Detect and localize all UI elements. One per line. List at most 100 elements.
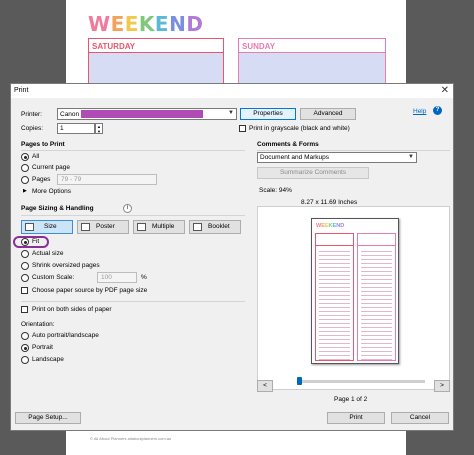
fit-label: Fit [32, 238, 40, 245]
preview-line [361, 259, 392, 260]
preview-line [361, 307, 392, 308]
weekend-title-letter: D [186, 12, 204, 36]
preview-page-slider-track[interactable] [297, 380, 425, 383]
size-icon [25, 223, 34, 231]
custom-scale-radio[interactable] [21, 274, 29, 282]
preview-line [319, 315, 350, 316]
preview-line [361, 255, 392, 256]
preview-line [361, 339, 392, 340]
custom-scale-label: Custom Scale: [32, 274, 75, 281]
weekend-title-letter: W [88, 12, 111, 36]
more-options-toggle[interactable]: More Options [32, 188, 71, 195]
divider [257, 150, 450, 151]
print-dialog: Print ✕ Printer: Canon ▼ Properties Adva… [10, 83, 454, 431]
previous-page-button[interactable]: < [257, 380, 273, 392]
booklet-mode-button[interactable]: Booklet [189, 220, 241, 234]
auto-orientation-radio[interactable] [21, 332, 29, 340]
info-icon[interactable]: i [123, 204, 132, 213]
preview-line [361, 335, 392, 336]
preview-line [361, 319, 392, 320]
comments-forms-select[interactable]: Document and Markups ▼ [257, 152, 417, 163]
grayscale-label: Print in grayscale (black and white) [249, 125, 350, 132]
preview-line [319, 335, 350, 336]
both-sides-checkbox[interactable] [21, 306, 28, 313]
auto-orientation-label: Auto portrait/landscape [32, 332, 99, 339]
preview-line [361, 331, 392, 332]
landscape-radio[interactable] [21, 356, 29, 364]
preview-line [361, 283, 392, 284]
copies-input[interactable]: 1 [57, 123, 95, 134]
properties-button[interactable]: Properties [240, 108, 296, 120]
expand-triangle-icon[interactable]: ▶ [23, 188, 27, 194]
summarize-comments-button[interactable]: Summarize Comments [257, 167, 369, 179]
cancel-button[interactable]: Cancel [391, 412, 449, 424]
preview-line [361, 351, 392, 352]
divider [21, 150, 245, 151]
fit-radio[interactable] [21, 238, 29, 246]
preview-line [361, 323, 392, 324]
copies-stepper-icon[interactable]: ▲ ▼ [95, 123, 103, 134]
orientation-title: Orientation: [21, 321, 55, 328]
chevron-down-icon: ▼ [408, 154, 414, 160]
preview-page-thumbnail: WEEKEND [311, 218, 399, 364]
actual-size-radio[interactable] [21, 250, 29, 258]
preview-line [319, 263, 350, 264]
dialog-titlebar: Print ✕ [11, 84, 453, 98]
preview-line [361, 303, 392, 304]
both-sides-label: Print on both sides of paper [32, 306, 112, 313]
page-sizing-title: Page Sizing & Handling [21, 205, 94, 212]
actual-size-label: Actual size [32, 250, 64, 257]
preview-line [361, 263, 392, 264]
current-page-radio[interactable] [21, 164, 29, 172]
preview-line [319, 271, 350, 272]
preview-line [319, 279, 350, 280]
percent-sign: % [141, 274, 147, 281]
preview-line [361, 327, 392, 328]
preview-line [319, 347, 350, 348]
copies-value: 1 [60, 125, 64, 132]
booklet-icon [193, 223, 202, 231]
custom-scale-input[interactable]: 100 [97, 272, 137, 283]
preview-line [319, 351, 350, 352]
printer-select[interactable]: Canon ▼ [57, 108, 237, 120]
preview-line [319, 299, 350, 300]
landscape-label: Landscape [32, 356, 64, 363]
preview-line [319, 267, 350, 268]
preview-line [361, 343, 392, 344]
shrink-oversized-radio[interactable] [21, 262, 29, 270]
close-icon[interactable]: ✕ [441, 85, 449, 96]
preview-line [361, 299, 392, 300]
paper-source-checkbox[interactable] [21, 287, 28, 294]
pages-range-input[interactable]: 79 - 79 [57, 174, 157, 185]
pages-to-print-title: Pages to Print [21, 141, 65, 148]
preview-page-slider-thumb[interactable] [297, 377, 302, 385]
page-indicator: Page 1 of 2 [334, 396, 368, 403]
fit-highlight-ring [13, 236, 49, 248]
portrait-radio[interactable] [21, 344, 29, 352]
preview-line [319, 311, 350, 312]
preview-line [319, 359, 350, 360]
size-mode-button[interactable]: Size [21, 220, 73, 234]
pages-range-value: 79 - 79 [61, 176, 82, 183]
multiple-pages-icon [137, 223, 146, 231]
pages-range-radio[interactable] [21, 176, 29, 184]
preview-sunday-column [357, 233, 396, 361]
preview-saturday-column [315, 233, 354, 361]
all-pages-radio[interactable] [21, 153, 29, 161]
preview-line [319, 283, 350, 284]
preview-line [319, 295, 350, 296]
preview-line [319, 323, 350, 324]
print-button[interactable]: Print [327, 412, 385, 424]
advanced-button[interactable]: Advanced [300, 108, 356, 120]
preview-line [319, 287, 350, 288]
portrait-label: Portrait [32, 344, 53, 351]
help-link[interactable]: Help [413, 108, 426, 115]
help-icon[interactable]: ? [433, 106, 442, 115]
next-page-button[interactable]: > [434, 380, 450, 392]
divider [21, 301, 245, 302]
multiple-mode-button[interactable]: Multiple [133, 220, 185, 234]
poster-mode-button[interactable]: Poster [77, 220, 129, 234]
page-setup-button[interactable]: Page Setup... [15, 412, 81, 424]
grayscale-checkbox[interactable] [239, 125, 246, 132]
preview-line [319, 307, 350, 308]
